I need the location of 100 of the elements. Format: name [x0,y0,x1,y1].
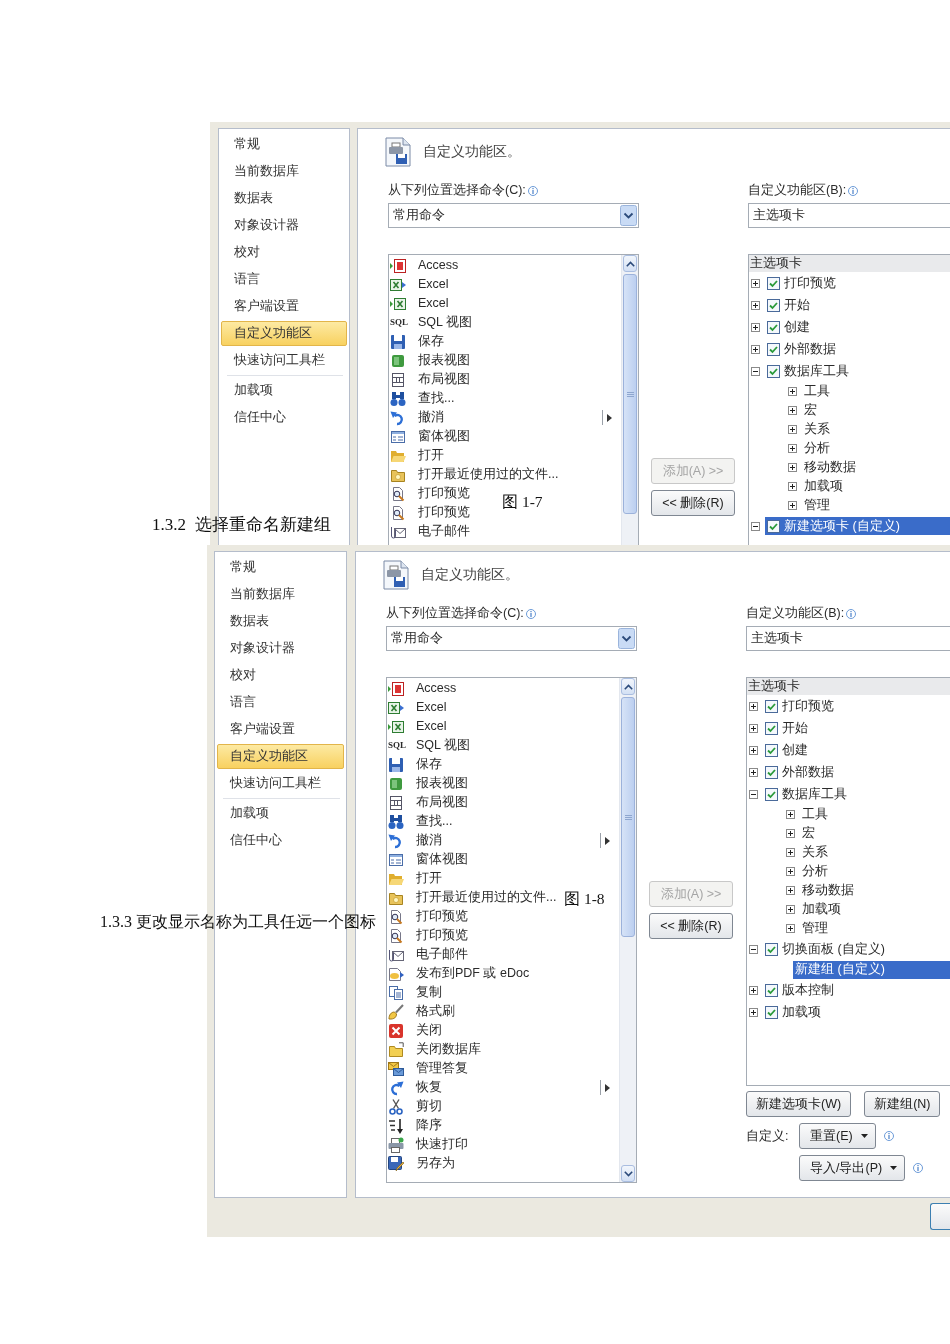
command-item[interactable]: 降序 [416,1117,442,1134]
command-item[interactable]: 撤消 [418,409,444,426]
command-item[interactable]: Excel [416,699,447,716]
expand-icon[interactable] [786,867,795,876]
import-export-button[interactable]: 导入/导出(P) [799,1155,906,1181]
command-item[interactable]: 格式刷 [416,1003,455,1020]
sidebar-item[interactable]: 信任中心 [221,405,347,430]
checkbox[interactable] [765,699,778,713]
expand-icon[interactable] [786,810,795,819]
sidebar-item[interactable]: 信任中心 [217,828,344,853]
checkbox[interactable] [767,320,780,334]
tree-item[interactable]: 宏 [802,401,950,420]
reset-button[interactable]: 重置(E) [799,1123,876,1149]
tree-item[interactable]: 分析 [800,862,950,881]
expand-icon[interactable] [751,300,760,310]
tree-item[interactable]: 打印预览 [765,274,950,292]
tree-item[interactable]: 外部数据 [765,340,950,358]
expand-icon[interactable] [788,387,797,396]
tree-item[interactable]: 管理 [802,496,950,515]
command-item[interactable]: 查找... [416,813,453,830]
dropdown[interactable]: 主选项卡 [748,203,950,228]
command-item[interactable]: 打印预览 [416,927,468,944]
checkbox[interactable] [765,983,778,997]
expand-icon[interactable] [749,745,758,755]
command-item[interactable]: 保存 [418,333,444,350]
command-item[interactable]: 报表视图 [416,775,468,792]
expand-icon[interactable] [786,905,795,914]
command-item[interactable]: 打开最近使用过的文件... [418,466,559,483]
command-item[interactable]: 撤消 [416,832,442,849]
checkbox[interactable] [765,942,778,956]
tree-item[interactable]: 新建选项卡 (自定义) [765,517,950,535]
command-item[interactable]: Excel [416,718,447,735]
sidebar-item[interactable]: 语言 [217,690,344,715]
expand-icon[interactable] [749,1007,758,1017]
collapse-icon[interactable] [749,944,758,954]
tree-item[interactable]: 管理 [800,919,950,938]
expand-icon[interactable] [749,767,758,777]
expand-icon[interactable] [749,985,758,995]
checkbox[interactable] [765,1005,778,1019]
checkbox[interactable] [767,342,780,356]
command-item[interactable]: 恢复 [416,1079,442,1096]
collapse-icon[interactable] [751,366,760,376]
expand-icon[interactable] [788,501,797,510]
tree-item[interactable]: 加载项 [802,477,950,496]
checkbox[interactable] [767,364,780,378]
caret-right-icon[interactable] [605,836,610,845]
dropdown[interactable]: 主选项卡 [746,626,950,651]
sidebar-item[interactable]: 自定义功能区 [217,744,344,769]
command-item[interactable]: 快速打印 [416,1136,468,1153]
caret-right-icon[interactable] [607,413,612,422]
sidebar-item[interactable]: 校对 [217,663,344,688]
command-item[interactable]: 剪切 [416,1098,442,1115]
command-item[interactable]: Excel [418,295,449,312]
command-item[interactable]: 关闭 [416,1022,442,1039]
tree-item[interactable]: 外部数据 [763,763,950,781]
expand-icon[interactable] [786,829,795,838]
scroll-down-button[interactable] [621,1165,635,1182]
tree-item[interactable]: 宏 [800,824,950,843]
scrollbar[interactable] [621,255,638,545]
command-item[interactable]: 打印预览 [418,485,470,502]
command-item[interactable]: 复制 [416,984,442,1001]
command-item[interactable]: 另存为 [416,1155,455,1172]
tree-item[interactable]: 版本控制 [763,981,950,999]
checkbox[interactable] [765,743,778,757]
tree-item[interactable]: 加载项 [800,900,950,919]
command-item[interactable]: 打印预览 [418,504,470,521]
tree-item[interactable]: 工具 [802,382,950,401]
sidebar-item[interactable]: 加载项 [217,801,344,826]
command-item[interactable]: 窗体视图 [416,851,468,868]
expand-icon[interactable] [786,924,795,933]
scroll-up-button[interactable] [623,255,637,272]
tree-item[interactable]: 开始 [765,296,950,314]
checkbox[interactable] [767,519,780,533]
command-item[interactable]: 布局视图 [418,371,470,388]
command-item[interactable]: SQL 视图 [416,737,471,754]
sidebar-item[interactable]: 当前数据库 [217,582,344,607]
checkbox[interactable] [765,765,778,779]
scrollbar[interactable] [619,678,636,1182]
expand-icon[interactable] [751,322,760,332]
scroll-up-button[interactable] [621,678,635,695]
command-item[interactable]: 保存 [416,756,442,773]
scrollbar-thumb[interactable] [621,697,635,937]
sidebar-item[interactable]: 对象设计器 [217,636,344,661]
sidebar-item[interactable]: 数据表 [217,609,344,634]
new-tab-button[interactable]: 新建选项卡(W) [746,1091,852,1117]
command-item[interactable]: SQL 视图 [418,314,473,331]
command-item[interactable]: 报表视图 [418,352,470,369]
remove-button[interactable]: << 删除(R) [649,913,733,939]
expand-icon[interactable] [749,701,758,711]
tree-item[interactable]: 创建 [765,318,950,336]
expand-icon[interactable] [788,463,797,472]
expand-icon[interactable] [786,886,795,895]
command-item[interactable]: 发布到PDF 或 eDoc [416,965,530,982]
dialog-button[interactable] [930,1203,950,1230]
command-item[interactable]: 打开最近使用过的文件... [416,889,557,906]
tree-item[interactable]: 开始 [763,719,950,737]
command-item[interactable]: 打印预览 [416,908,468,925]
tree-item[interactable]: 新建组 (自定义) [793,960,950,979]
command-item[interactable]: 打开 [418,447,444,464]
sidebar-item[interactable]: 语言 [221,267,347,292]
